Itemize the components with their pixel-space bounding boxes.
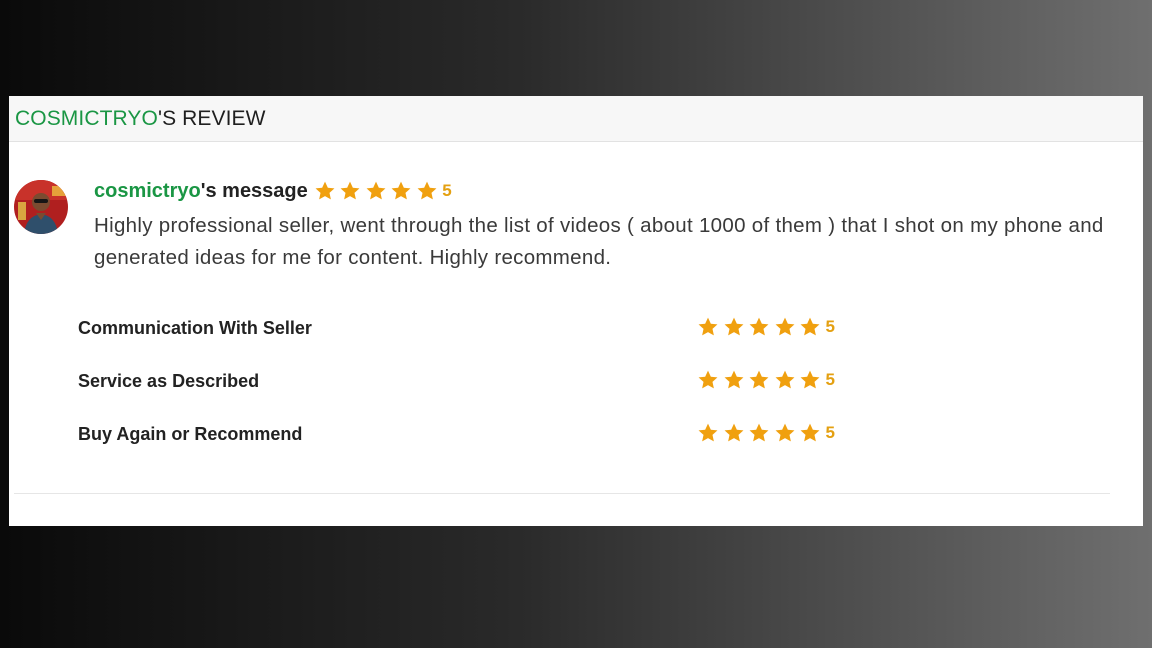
- star-icon: [799, 422, 821, 444]
- message-title-suffix: 's message: [200, 179, 308, 202]
- rating-score: 5: [825, 370, 835, 389]
- rating-breakdown: Communication With Seller 5 Service as D…: [78, 312, 878, 471]
- review-title-suffix: 'S REVIEW: [157, 106, 266, 130]
- rating-row-service: Service as Described 5: [78, 365, 878, 418]
- message-username[interactable]: cosmictryo: [94, 180, 201, 203]
- avatar[interactable]: [14, 180, 68, 234]
- star-icon: [799, 369, 821, 391]
- star-icon: [774, 316, 796, 338]
- rating-label: Service as Described: [78, 371, 260, 391]
- message-stars: 5: [314, 180, 452, 202]
- review-header: COSMICTRYO'S REVIEW: [9, 96, 1143, 142]
- rating-stars: 5: [697, 422, 835, 444]
- divider: [14, 493, 1110, 494]
- message-body: cosmictryo's message 5 Highly profession…: [94, 178, 1114, 274]
- star-icon: [339, 180, 361, 202]
- star-icon: [748, 369, 770, 391]
- star-icon: [748, 422, 770, 444]
- rating-score: 5: [825, 317, 835, 336]
- message-rating-score: 5: [442, 181, 452, 200]
- star-icon: [723, 369, 745, 391]
- message-title: cosmictryo's message 5: [94, 178, 1114, 204]
- review-card: COSMICTRYO'S REVIEW cosmictryo's message: [9, 96, 1143, 526]
- star-icon: [748, 316, 770, 338]
- star-icon: [697, 422, 719, 444]
- rating-stars: 5: [697, 316, 835, 338]
- rating-row-communication: Communication With Seller 5: [78, 312, 878, 365]
- rating-stars: 5: [697, 369, 835, 391]
- star-icon: [697, 369, 719, 391]
- rating-row-buy-again: Buy Again or Recommend 5: [78, 418, 878, 471]
- star-icon: [416, 180, 438, 202]
- rating-label: Communication With Seller: [78, 318, 312, 338]
- message-text: Highly professional seller, went through…: [94, 214, 1104, 269]
- star-icon: [390, 180, 412, 202]
- review-title: COSMICTRYO'S REVIEW: [15, 107, 266, 131]
- star-icon: [314, 180, 336, 202]
- star-icon: [365, 180, 387, 202]
- star-icon: [774, 369, 796, 391]
- rating-label: Buy Again or Recommend: [78, 424, 303, 444]
- star-icon: [723, 316, 745, 338]
- star-icon: [723, 422, 745, 444]
- rating-score: 5: [825, 423, 835, 442]
- star-icon: [774, 422, 796, 444]
- star-icon: [799, 316, 821, 338]
- review-title-username[interactable]: COSMICTRYO: [15, 107, 158, 130]
- star-icon: [697, 316, 719, 338]
